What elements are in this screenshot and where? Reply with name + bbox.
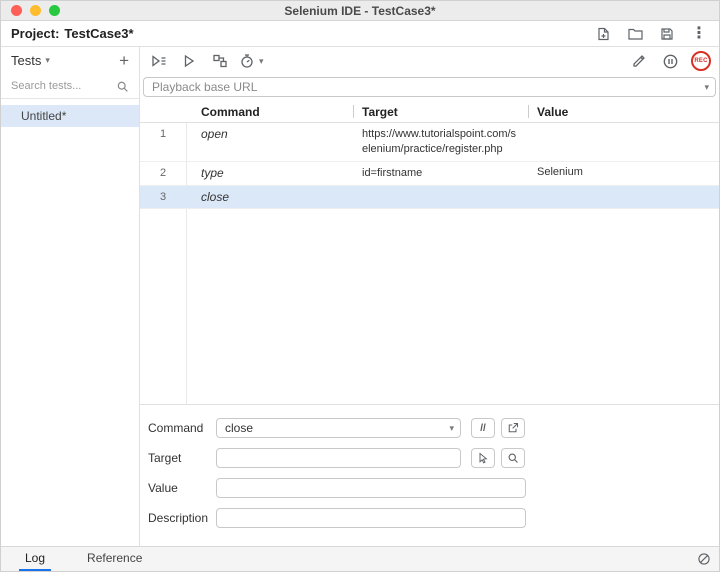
tests-dropdown[interactable]: Tests (11, 53, 41, 68)
select-target-button[interactable] (471, 448, 495, 468)
no-entry-icon (697, 552, 711, 566)
row-command: type (186, 162, 353, 185)
command-form-row: Command close ▾ // (148, 418, 719, 438)
titlebar: Selenium IDE - TestCase3* (1, 1, 719, 21)
tests-sidebar: Tests ▾ + Untitled* (1, 47, 140, 546)
save-project-button[interactable] (657, 24, 677, 44)
project-bar: Project: TestCase3* ⋮ (1, 21, 719, 47)
description-form-row: Description (148, 508, 719, 528)
command-table-body: 1 open https://www.tutorialspoint.com/se… (140, 123, 719, 404)
row-number-column-header (140, 101, 186, 122)
folder-icon (627, 26, 644, 42)
disable-breakpoints-button[interactable] (627, 50, 651, 72)
clear-log-button[interactable] (689, 547, 719, 571)
close-window-button[interactable] (11, 5, 22, 16)
command-editor-form: Command close ▾ // Target (140, 404, 719, 546)
chevron-down-icon: ▾ (449, 423, 454, 434)
value-field-label: Value (148, 481, 216, 495)
project-actions: ⋮ (593, 24, 709, 44)
description-input[interactable] (216, 508, 526, 528)
chevron-down-icon: ▾ (259, 56, 264, 67)
tab-log[interactable]: Log (19, 547, 51, 571)
row-target (353, 186, 528, 208)
new-project-icon (595, 26, 611, 42)
disable-breakpoints-icon (631, 53, 648, 69)
window-title: Selenium IDE - TestCase3* (1, 4, 719, 18)
step-over-icon (212, 53, 228, 69)
test-list-item[interactable]: Untitled* (1, 105, 139, 127)
test-list: Untitled* (1, 99, 139, 546)
tests-header: Tests ▾ + (1, 47, 139, 74)
playback-base-url-input[interactable] (152, 80, 700, 94)
main-panel: ▾ REC ▾ Command Target (140, 47, 719, 546)
target-field-label: Target (148, 451, 216, 465)
table-row-selected[interactable]: 3 close (140, 186, 719, 209)
record-button[interactable]: REC (691, 51, 711, 71)
row-number: 2 (140, 162, 186, 185)
tab-reference[interactable]: Reference (81, 547, 148, 571)
target-column-header: Target (353, 101, 528, 122)
pause-on-exceptions-button[interactable] (658, 50, 682, 72)
fullscreen-window-button[interactable] (49, 5, 60, 16)
pause-circle-icon (662, 53, 679, 70)
search-tests-input[interactable] (11, 80, 116, 92)
row-number: 3 (140, 186, 186, 208)
add-test-button[interactable]: + (119, 52, 129, 69)
target-input[interactable] (216, 448, 461, 468)
row-command: open (186, 123, 353, 161)
row-value (528, 123, 719, 161)
row-command: close (186, 186, 353, 208)
more-menu-button[interactable]: ⋮ (689, 24, 709, 44)
project-title: Project: TestCase3* (11, 26, 134, 41)
kebab-menu-icon: ⋮ (691, 26, 707, 42)
command-field-label: Command (148, 421, 216, 435)
window-controls (1, 5, 60, 16)
search-icon (116, 80, 129, 93)
play-icon (181, 53, 197, 69)
content-area: Tests ▾ + Untitled* (1, 47, 719, 546)
open-project-button[interactable] (625, 24, 645, 44)
row-value: Selenium (528, 162, 719, 185)
command-select-value: close (225, 421, 445, 435)
open-reference-button[interactable] (501, 418, 525, 438)
stopwatch-icon (239, 53, 255, 69)
project-name: TestCase3* (64, 26, 133, 41)
command-table-header: Command Target Value (140, 101, 719, 123)
row-value (528, 186, 719, 208)
run-current-test-button[interactable] (177, 50, 201, 72)
search-tests-row (1, 74, 139, 99)
value-input[interactable] (216, 478, 526, 498)
bottom-tab-bar: Log Reference (1, 546, 719, 571)
target-pointer-icon (477, 452, 489, 464)
target-form-row: Target (148, 448, 719, 468)
row-target: https://www.tutorialspoint.com/selenium/… (353, 123, 528, 161)
step-over-button[interactable] (208, 50, 232, 72)
run-all-tests-icon (150, 53, 167, 69)
open-in-new-icon (507, 422, 519, 434)
row-target: id=firstname (353, 162, 528, 185)
row-number: 1 (140, 123, 186, 161)
save-icon (659, 26, 675, 42)
table-row[interactable]: 1 open https://www.tutorialspoint.com/se… (140, 123, 719, 162)
project-label: Project: (11, 26, 59, 41)
chevron-down-icon[interactable]: ▾ (704, 82, 709, 93)
command-column-header: Command (186, 101, 353, 122)
test-speed-button[interactable]: ▾ (239, 53, 264, 69)
selenium-ide-window: Selenium IDE - TestCase3* Project: TestCa… (0, 0, 720, 572)
playback-toolbar: ▾ REC (140, 47, 719, 75)
value-form-row: Value (148, 478, 719, 498)
search-icon (507, 452, 519, 464)
description-field-label: Description (148, 511, 216, 525)
value-column-header: Value (528, 101, 719, 122)
find-target-button[interactable] (501, 448, 525, 468)
comment-toggle-button[interactable]: // (471, 418, 495, 438)
chevron-down-icon[interactable]: ▾ (45, 55, 50, 66)
run-all-tests-button[interactable] (146, 50, 170, 72)
new-project-button[interactable] (593, 24, 613, 44)
playback-base-url-combobox[interactable]: ▾ (143, 77, 716, 97)
minimize-window-button[interactable] (30, 5, 41, 16)
table-row[interactable]: 2 type id=firstname Selenium (140, 162, 719, 186)
command-select[interactable]: close ▾ (216, 418, 461, 438)
